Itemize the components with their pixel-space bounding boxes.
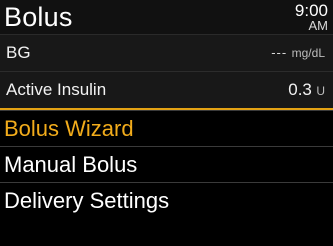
bg-row: BG --- mg/dL [0, 35, 333, 71]
bg-value-group: --- mg/dL [271, 35, 325, 71]
menu-item-delivery-settings[interactable]: Delivery Settings [0, 182, 333, 218]
active-insulin-row: Active Insulin 0.3 U [0, 72, 333, 108]
active-insulin-label: Active Insulin [6, 80, 107, 99]
clock: 9:00 AM [268, 2, 329, 33]
page-title: Bolus [4, 2, 73, 32]
active-insulin-value-group: 0.3 U [288, 72, 325, 109]
menu-item-label: Delivery Settings [4, 188, 170, 213]
menu-item-label: Bolus Wizard [4, 116, 134, 141]
menu-item-label: Manual Bolus [4, 152, 138, 177]
bg-value: --- [271, 45, 288, 60]
active-insulin-value: 0.3 [288, 80, 312, 99]
bg-unit: mg/dL [291, 46, 325, 60]
menu-item-bolus-wizard[interactable]: Bolus Wizard [0, 110, 333, 146]
header-bar: Bolus 9:00 AM [0, 0, 333, 35]
pump-screen: Bolus 9:00 AM BG --- mg/dL Active Insuli… [0, 0, 333, 246]
clock-ampm: AM [308, 18, 329, 33]
active-insulin-unit: U [316, 84, 325, 98]
menu-item-manual-bolus[interactable]: Manual Bolus [0, 146, 333, 182]
bg-label: BG [6, 43, 31, 62]
